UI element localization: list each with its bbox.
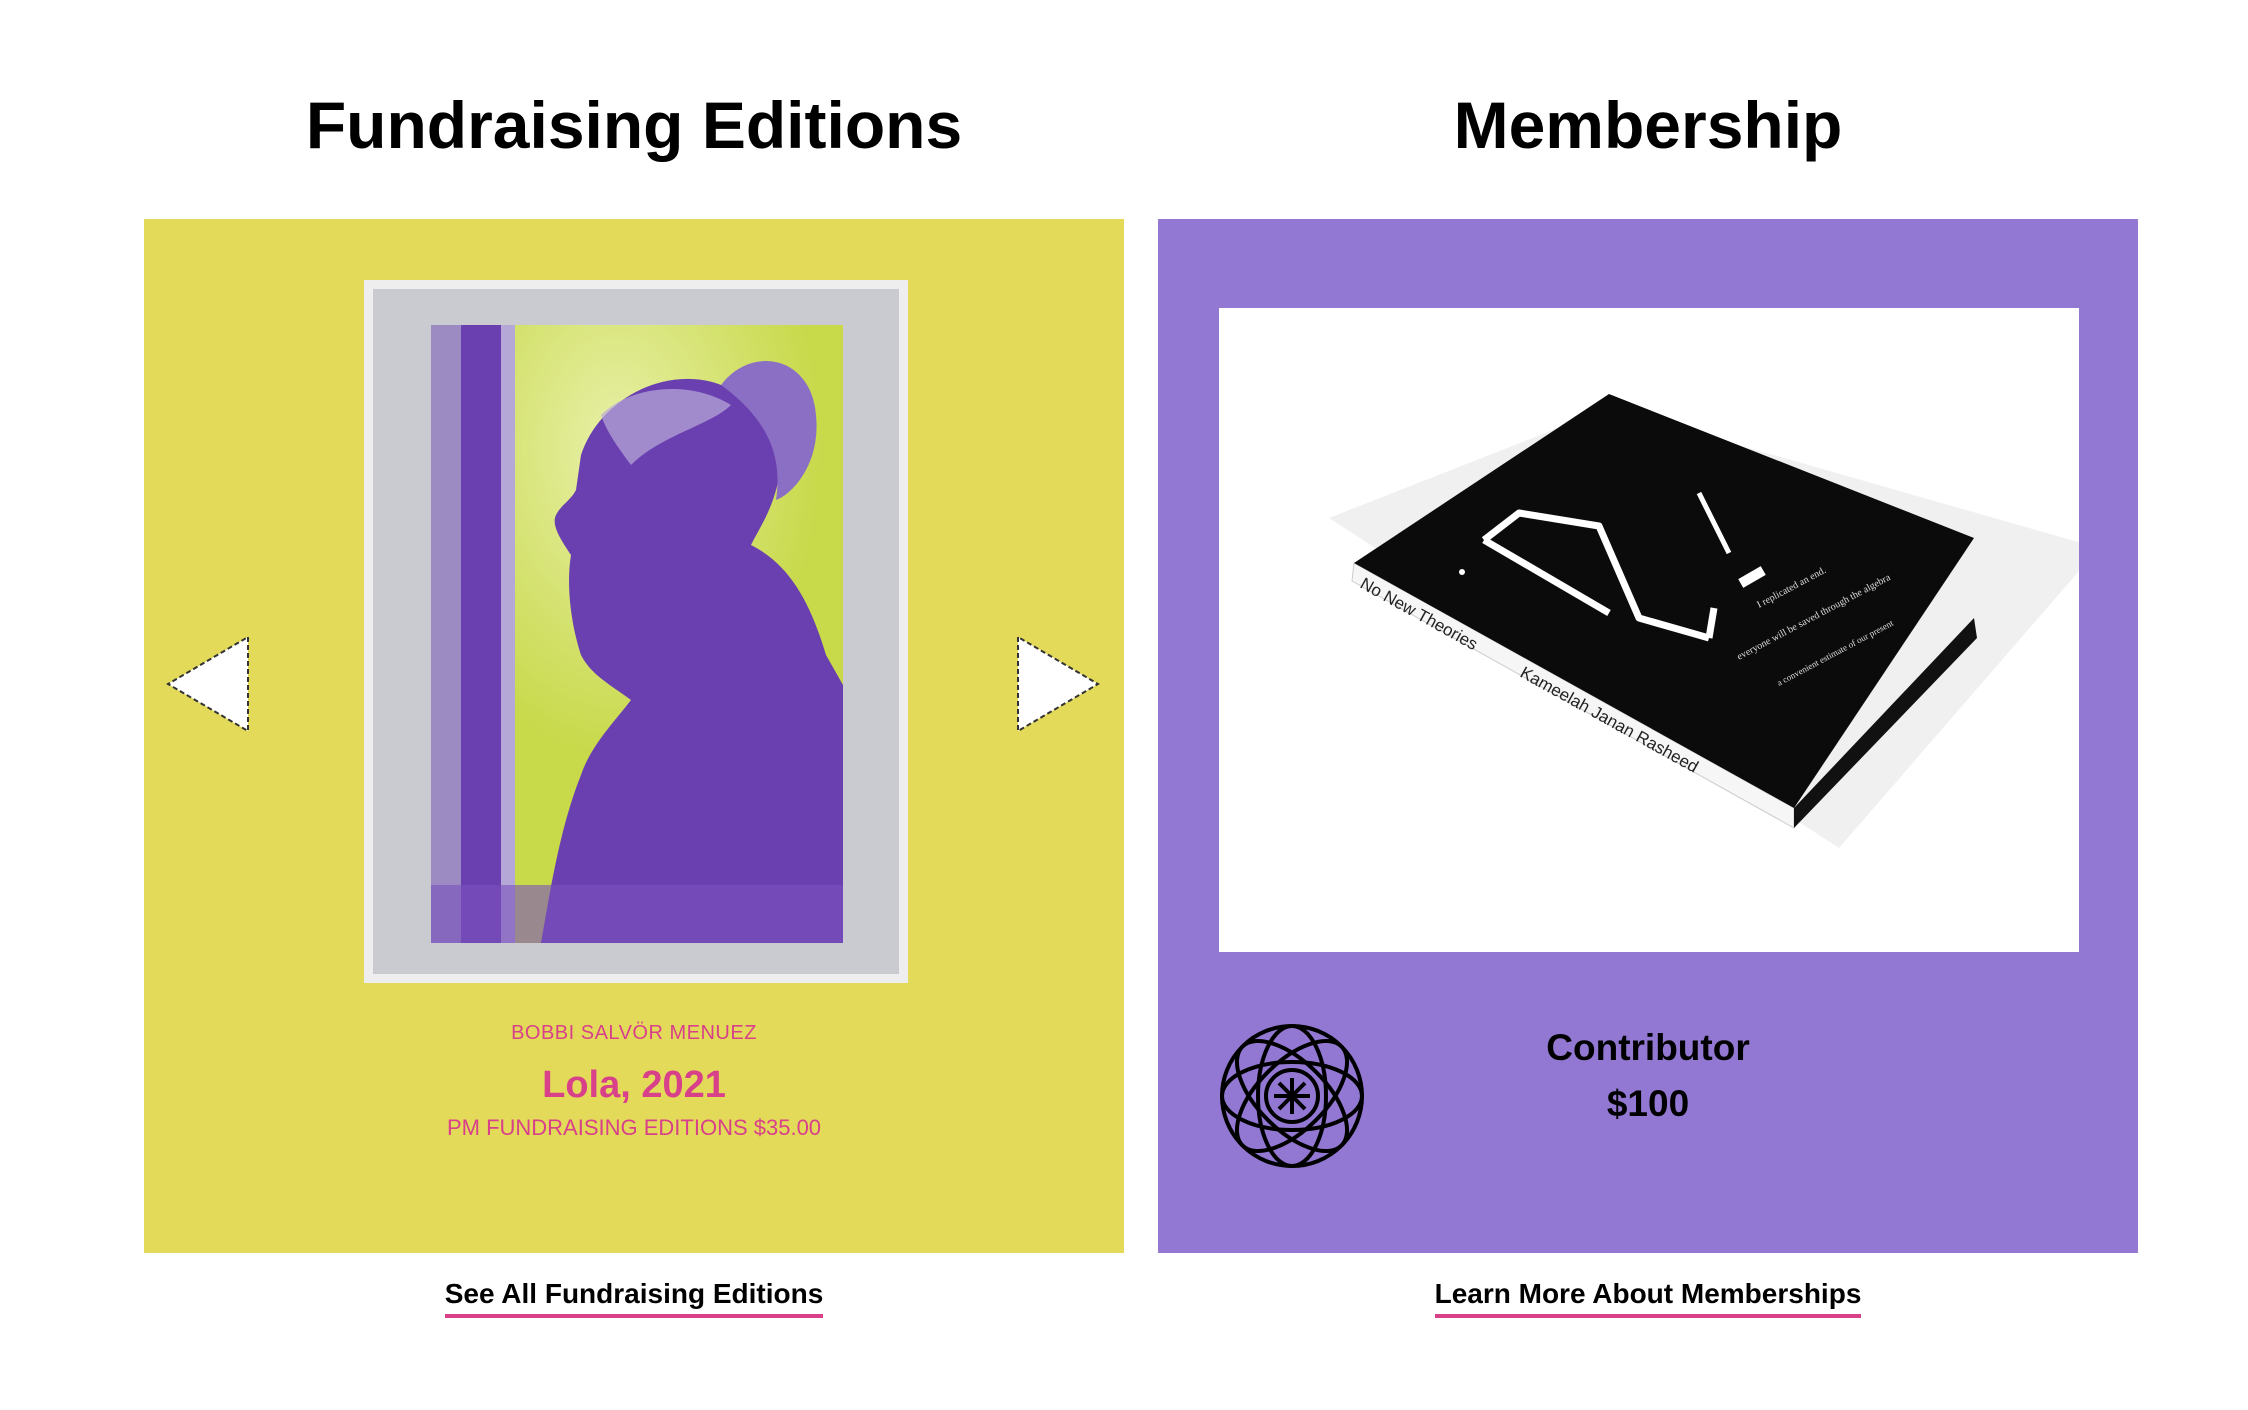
next-arrow[interactable] xyxy=(1016,634,1102,734)
edition-image[interactable] xyxy=(364,280,908,983)
fundraising-panel: BOBBI SALVÖR MENUEZ Lola, 2021 PM FUNDRA… xyxy=(144,219,1124,1253)
edition-artwork xyxy=(431,325,843,943)
see-all-link-wrapper: See All Fundraising Editions xyxy=(144,1278,1124,1318)
learn-more-link-wrapper: Learn More About Memberships xyxy=(1158,1278,2138,1318)
edition-title[interactable]: Lola, 2021 xyxy=(144,1064,1124,1107)
fundraising-title: Fundraising Editions xyxy=(305,88,963,162)
previous-arrow[interactable] xyxy=(164,634,250,734)
tier-price: $100 xyxy=(1606,1083,1690,1124)
book-photo: I replicated an end. everyone will be sa… xyxy=(1329,394,2099,848)
membership-title: Membership xyxy=(1453,88,1843,162)
see-all-fundraising-link[interactable]: See All Fundraising Editions xyxy=(444,1278,824,1318)
orbit-star-icon xyxy=(1218,1022,1366,1170)
edition-price: PM FUNDRAISING EDITIONS $35.00 xyxy=(446,1115,822,1140)
triangle-left-icon xyxy=(166,635,249,733)
book-image[interactable]: I replicated an end. everyone will be sa… xyxy=(1219,308,2099,952)
riso-portrait-graphic xyxy=(431,325,843,943)
membership-panel: I replicated an end. everyone will be sa… xyxy=(1158,219,2138,1253)
edition-artist: BOBBI SALVÖR MENUEZ xyxy=(511,1022,757,1044)
tier-name: Contributor xyxy=(1546,1027,1750,1068)
triangle-right-icon xyxy=(1017,635,1100,733)
learn-more-memberships-link[interactable]: Learn More About Memberships xyxy=(1434,1278,1862,1318)
